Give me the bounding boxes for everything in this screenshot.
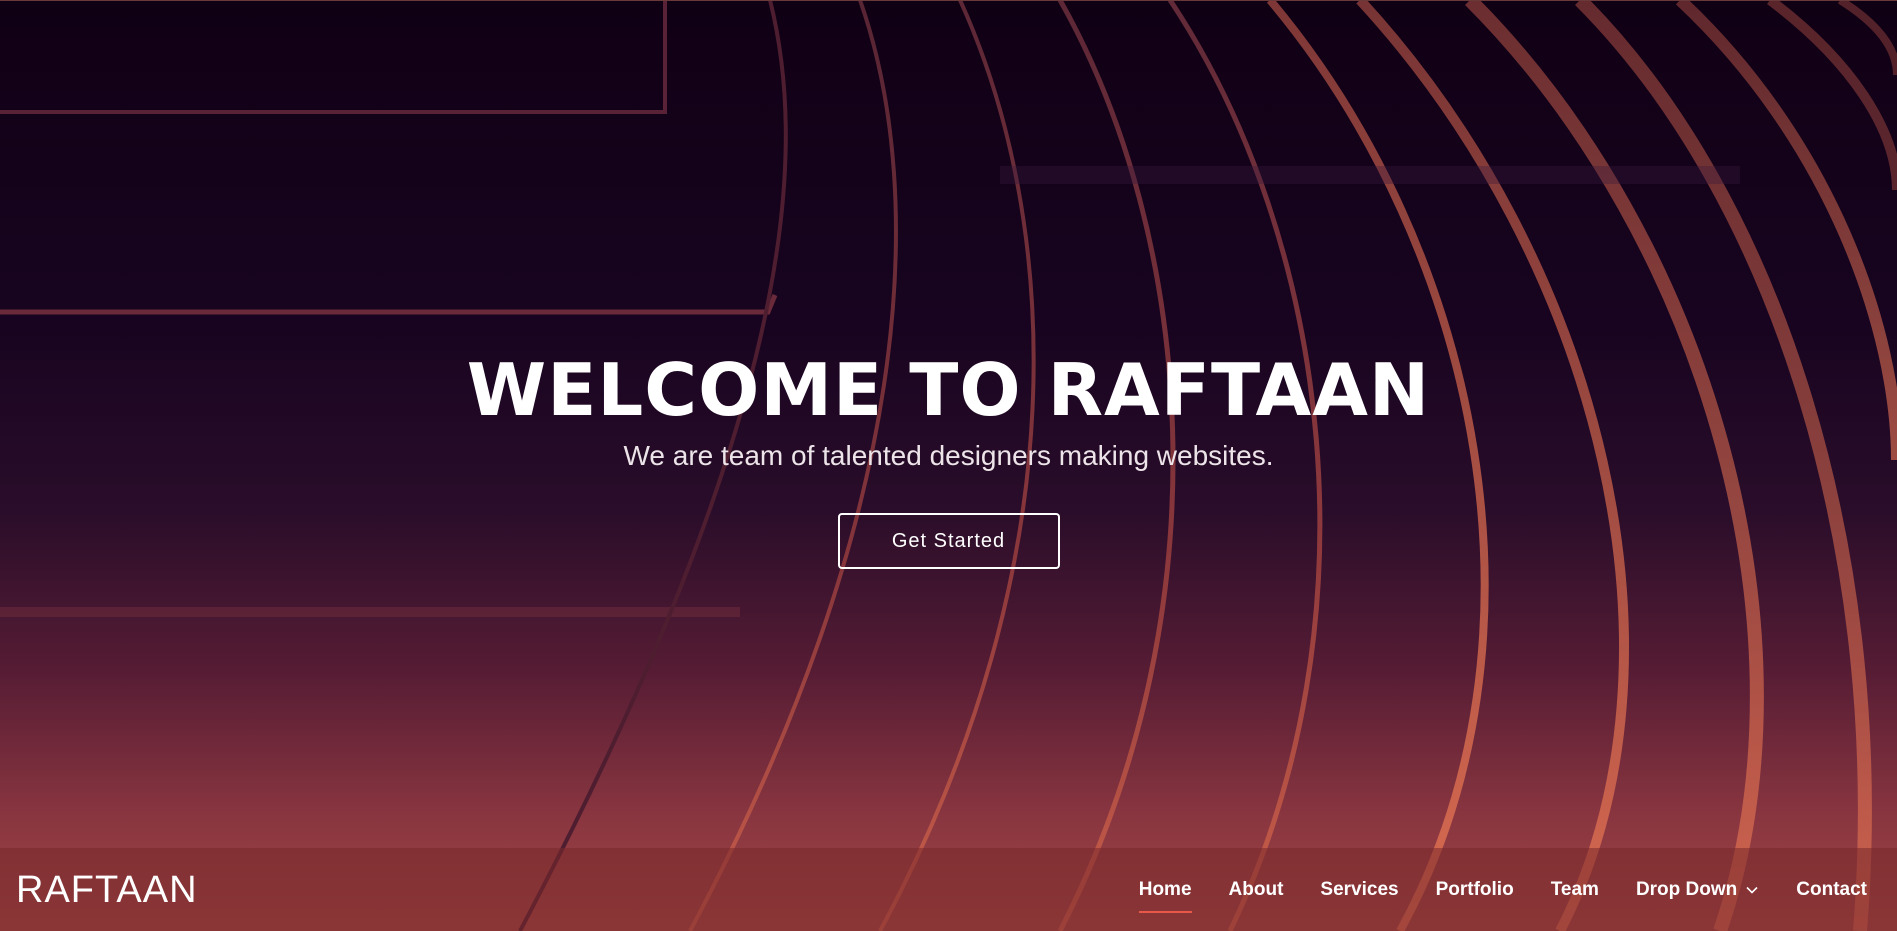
hero-content: WELCOME TO RAFTAAN We are team of talent… bbox=[0, 345, 1897, 569]
chevron-down-icon bbox=[1746, 886, 1758, 894]
hero-subtitle: We are team of talented designers making… bbox=[623, 440, 1274, 471]
nav-item-label: Portfolio bbox=[1435, 878, 1514, 900]
nav-item-label: Contact bbox=[1796, 878, 1867, 900]
nav-item-label: Team bbox=[1550, 878, 1599, 900]
nav-item-label: Home bbox=[1138, 878, 1192, 900]
brand-logo[interactable]: RAFTAAN bbox=[16, 868, 198, 912]
navbar: RAFTAAN Home About Services Portfolio Te… bbox=[0, 848, 1897, 931]
hero-section: WELCOME TO RAFTAAN We are team of talent… bbox=[0, 0, 1897, 931]
nav-item-portfolio[interactable]: Portfolio bbox=[1436, 870, 1514, 910]
nav-item-contact[interactable]: Contact bbox=[1796, 870, 1867, 910]
nav-item-about[interactable]: About bbox=[1229, 870, 1284, 910]
nav-item-label: About bbox=[1228, 878, 1284, 900]
nav-menu: Home About Services Portfolio Team Drop … bbox=[1102, 848, 1867, 931]
nav-item-services[interactable]: Services bbox=[1320, 870, 1398, 910]
nav-item-label: Drop Down bbox=[1635, 878, 1738, 900]
hero-title: WELCOME TO RAFTAAN bbox=[466, 348, 1431, 432]
nav-item-team[interactable]: Team bbox=[1551, 870, 1599, 910]
nav-item-drop-down[interactable]: Drop Down bbox=[1636, 870, 1759, 910]
nav-item-home[interactable]: Home bbox=[1138, 870, 1192, 913]
get-started-button[interactable]: Get Started bbox=[837, 513, 1060, 569]
top-border bbox=[0, 0, 1897, 1]
nav-item-label: Services bbox=[1320, 878, 1399, 900]
